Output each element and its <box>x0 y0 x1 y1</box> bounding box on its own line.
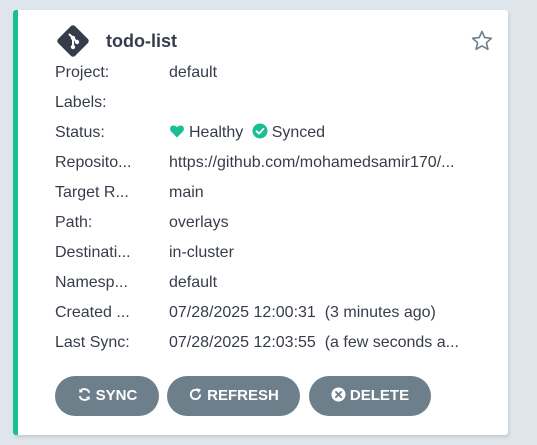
field-value: default <box>169 274 218 291</box>
field-value: https://github.com/mohamedsamir170/... <box>169 154 455 171</box>
field-label: Created ... <box>55 304 130 321</box>
refresh-icon <box>190 388 202 401</box>
sync-icon <box>78 388 90 401</box>
field-value: default <box>169 64 218 81</box>
field-label: Namesp... <box>55 274 128 291</box>
field-path: Path: overlays <box>55 212 475 234</box>
application-card[interactable]: todo-list Project: default Labels: Statu… <box>13 10 508 435</box>
refresh-button-label: REFRESH <box>207 387 279 404</box>
delete-button-label: DELETE <box>349 387 410 404</box>
sync-button[interactable]: SYNC <box>55 376 159 416</box>
field-label: Target R... <box>55 184 129 201</box>
field-project: Project: default <box>55 62 475 84</box>
sync-button-label: SYNC <box>95 387 138 404</box>
field-repository: Reposito... https://github.com/mohamedsa… <box>55 152 475 174</box>
field-namespace: Namesp... default <box>55 272 475 294</box>
field-label: Reposito... <box>55 154 132 171</box>
close-circle-icon <box>331 387 346 402</box>
git-icon <box>57 25 89 57</box>
health-status: Healthy <box>189 124 244 141</box>
field-value: in-cluster <box>169 244 234 261</box>
delete-button[interactable]: DELETE <box>309 376 431 416</box>
field-label: Path: <box>55 214 93 231</box>
field-label: Destinati... <box>55 244 131 261</box>
field-value: overlays <box>169 214 229 231</box>
check-circle-icon <box>252 123 268 139</box>
field-label: Project: <box>55 64 110 81</box>
field-value: 07/28/2025 12:00:31 (3 minutes ago) <box>169 304 436 321</box>
field-label: Last Sync: <box>55 334 130 351</box>
application-name[interactable]: todo-list <box>106 31 177 52</box>
field-label: Status: <box>55 124 105 141</box>
heart-icon <box>170 125 184 138</box>
field-last-sync: Last Sync: 07/28/2025 12:03:55 (a few se… <box>55 332 475 354</box>
field-status: Status: Healthy Synced <box>55 122 475 144</box>
field-label: Labels: <box>55 94 107 111</box>
sync-status: Synced <box>271 124 326 141</box>
field-destination: Destinati... in-cluster <box>55 242 475 264</box>
star-icon[interactable] <box>470 29 494 53</box>
field-created-at: Created ... 07/28/2025 12:00:31 (3 minut… <box>55 302 475 324</box>
field-value: 07/28/2025 12:03:55 (a few seconds a... <box>169 334 459 351</box>
field-target-revision: Target R... main <box>55 182 475 204</box>
status-value: Healthy Synced <box>169 122 474 144</box>
field-labels: Labels: <box>55 92 475 114</box>
refresh-button[interactable]: REFRESH <box>167 376 300 416</box>
field-value: main <box>169 184 204 201</box>
